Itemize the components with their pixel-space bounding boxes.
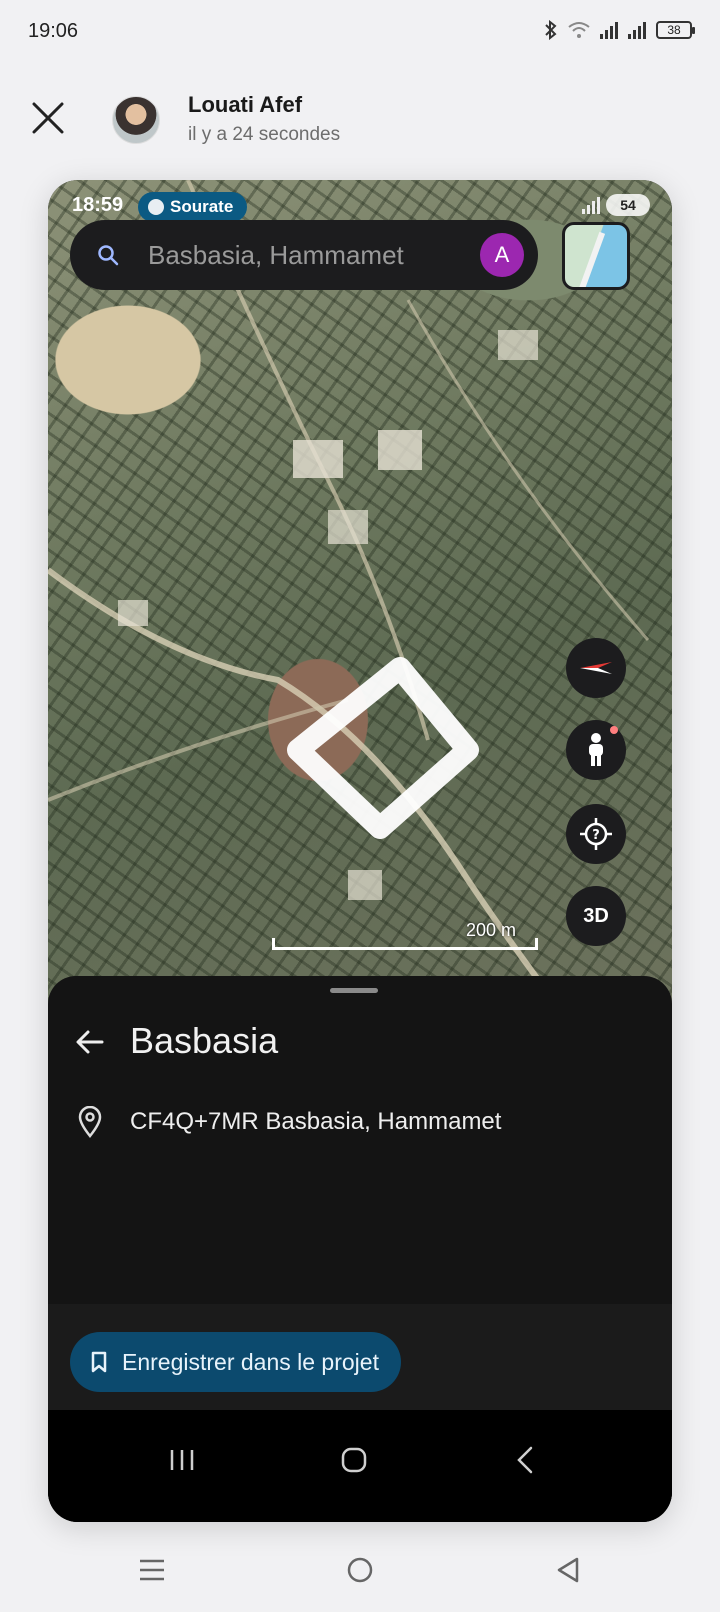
bluetooth-icon bbox=[545, 20, 557, 40]
battery-icon: 38 bbox=[656, 21, 695, 39]
scale-bar bbox=[272, 938, 538, 950]
signal-icon-2 bbox=[628, 21, 646, 39]
sheet-drag-handle[interactable] bbox=[330, 988, 378, 993]
inner-signal-icon bbox=[582, 196, 600, 214]
sheet-footer: Enregistrer dans le projet bbox=[48, 1304, 672, 1410]
inner-status-time: 18:59 bbox=[72, 194, 124, 216]
close-icon[interactable] bbox=[30, 100, 66, 136]
locate-icon: ? bbox=[580, 818, 612, 850]
sourate-icon bbox=[148, 199, 164, 215]
recents-icon[interactable] bbox=[162, 1440, 202, 1480]
back-arrow-icon[interactable] bbox=[74, 1026, 106, 1058]
location-pin-icon bbox=[78, 1106, 102, 1138]
map-layer-thumbnail[interactable] bbox=[562, 222, 630, 290]
status-icons: 38 bbox=[544, 20, 695, 40]
sourate-label: Sourate bbox=[170, 197, 234, 216]
sender-timestamp: il y a 24 secondes bbox=[188, 124, 341, 145]
notification-dot bbox=[610, 726, 618, 734]
plus-code-address[interactable]: CF4Q+7MR Basbasia, Hammamet bbox=[130, 1108, 501, 1136]
place-bottom-sheet[interactable]: Basbasia CF4Q+7MR Basbasia, Hammamet Enr… bbox=[48, 976, 672, 1522]
inner-status-icons: 54 bbox=[582, 194, 650, 216]
svg-text:?: ? bbox=[592, 828, 600, 843]
search-icon bbox=[98, 245, 119, 266]
search-input[interactable]: Basbasia, Hammamet bbox=[148, 240, 480, 271]
signal-icon bbox=[600, 21, 618, 39]
search-bar[interactable]: Basbasia, Hammamet A bbox=[70, 220, 538, 290]
outer-home-icon[interactable] bbox=[342, 1552, 378, 1588]
wifi-icon bbox=[568, 22, 590, 38]
status-bar: 19:06 38 bbox=[0, 0, 720, 64]
inner-navigation-bar bbox=[48, 1410, 672, 1522]
my-location-button[interactable]: ? bbox=[566, 804, 626, 864]
back-icon[interactable] bbox=[506, 1440, 546, 1480]
shared-screenshot[interactable]: 18:59 Sourate 54 Basbasia, Hammamet A ? … bbox=[48, 180, 672, 1522]
bookmark-icon bbox=[91, 1351, 107, 1373]
account-avatar[interactable]: A bbox=[480, 233, 524, 277]
outer-back-icon[interactable] bbox=[550, 1552, 586, 1588]
avatar[interactable] bbox=[112, 96, 160, 144]
save-to-project-button[interactable]: Enregistrer dans le projet bbox=[70, 1332, 401, 1392]
compass-button[interactable] bbox=[566, 638, 626, 698]
compass-icon bbox=[580, 662, 612, 674]
save-button-label: Enregistrer dans le projet bbox=[122, 1348, 379, 1375]
pegman-icon bbox=[589, 733, 603, 766]
sender-name: Louati Afef bbox=[188, 92, 303, 117]
satellite-map[interactable]: 18:59 Sourate 54 Basbasia, Hammamet A ? … bbox=[48, 180, 672, 1020]
sourate-pill: Sourate bbox=[138, 192, 248, 222]
3d-toggle-button[interactable]: 3D bbox=[566, 886, 626, 946]
outer-menu-icon[interactable] bbox=[134, 1552, 170, 1588]
inner-battery-icon: 54 bbox=[606, 194, 650, 216]
street-view-button[interactable] bbox=[566, 720, 626, 780]
status-time: 19:06 bbox=[28, 20, 79, 42]
home-icon[interactable] bbox=[334, 1440, 374, 1480]
place-title: Basbasia bbox=[130, 1020, 279, 1061]
